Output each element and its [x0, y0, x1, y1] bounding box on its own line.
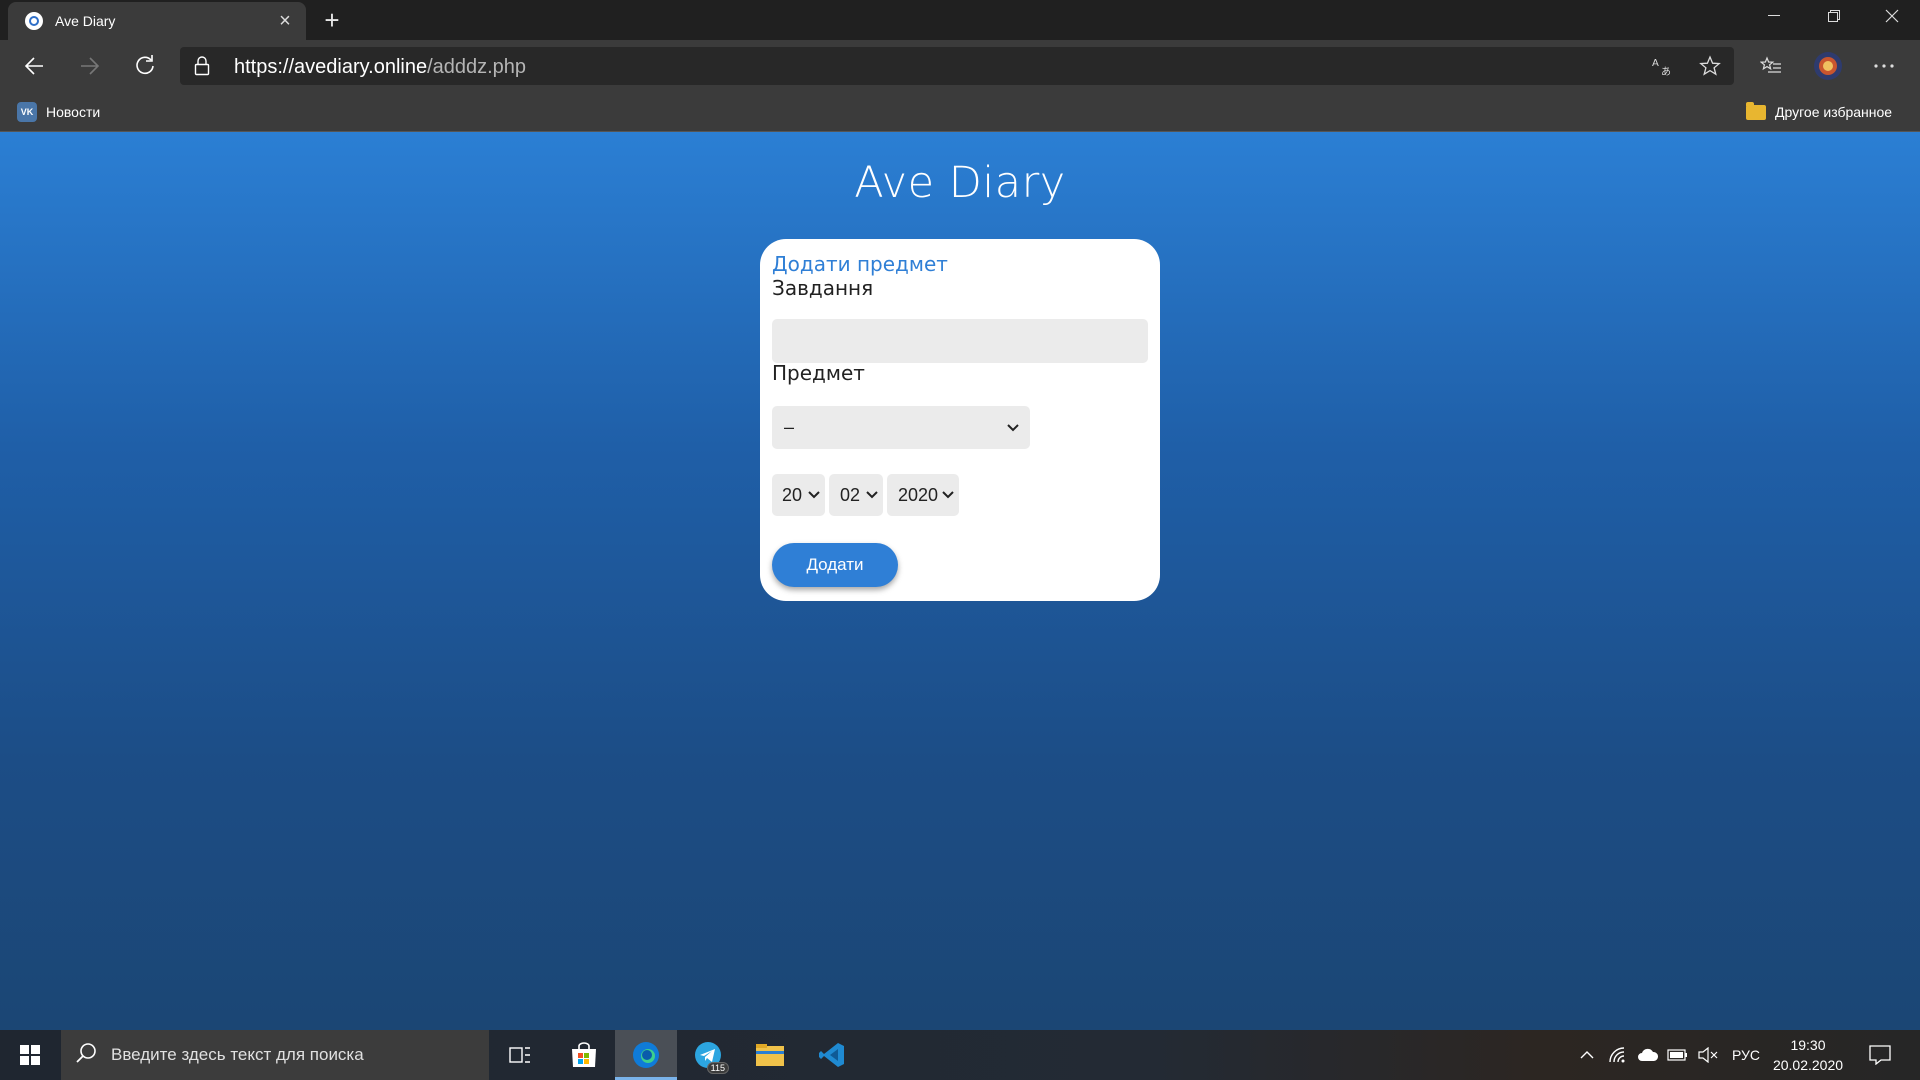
browser-tab[interactable]: Ave Diary ×	[8, 2, 306, 40]
taskbar-vscode[interactable]	[801, 1030, 863, 1080]
restore-icon	[1828, 10, 1840, 22]
favorite-label: Новости	[46, 104, 101, 120]
language-indicator[interactable]: РУС	[1726, 1030, 1766, 1080]
clock-time: 19:30	[1790, 1037, 1826, 1053]
microsoft-store-icon	[572, 1042, 596, 1067]
chevron-down-icon	[1002, 423, 1024, 432]
search-icon	[75, 1042, 97, 1069]
refresh-button[interactable]	[127, 48, 163, 84]
url-host: https://avediary.online	[234, 56, 428, 78]
year-select[interactable]: 2020	[887, 474, 959, 516]
favorites-button[interactable]	[1753, 48, 1789, 84]
browser-navbar: https://avediary.online/adddz.php Aあ	[0, 40, 1920, 92]
url-text[interactable]: https://avediary.online/adddz.php	[234, 56, 526, 79]
taskbar-edge[interactable]	[615, 1030, 677, 1080]
taskbar-store[interactable]	[553, 1030, 615, 1080]
arrow-right-icon	[81, 57, 100, 75]
tab-title: Ave Diary	[55, 13, 116, 29]
minimize-button[interactable]	[1746, 0, 1802, 32]
task-input[interactable]	[772, 319, 1148, 363]
new-tab-button[interactable]: +	[316, 4, 348, 36]
tab-close-icon[interactable]: ×	[270, 10, 300, 33]
favorites-bar: VK Новости Другое избранное	[0, 92, 1920, 132]
favorites-list-icon	[1760, 56, 1781, 73]
favorite-label: Другое избранное	[1775, 104, 1893, 120]
favorite-item-news[interactable]: VK Новости	[17, 100, 100, 124]
close-window-button[interactable]	[1864, 0, 1920, 32]
page-content: Ave Diary Додати предмет Завдання Предме…	[0, 132, 1920, 1030]
month-select[interactable]: 02	[829, 474, 883, 516]
browser-titlebar: Ave Diary × +	[0, 0, 1920, 40]
taskbar-search[interactable]: Введите здесь текст для поиска	[61, 1030, 489, 1080]
minimize-icon	[1768, 15, 1780, 16]
edge-browser-icon	[633, 1042, 659, 1068]
add-button[interactable]: Додати	[772, 543, 898, 587]
day-select-value: 20	[782, 484, 803, 505]
settings-menu-button[interactable]	[1866, 48, 1902, 84]
arrow-left-icon	[24, 57, 43, 75]
year-select-value: 2020	[898, 484, 939, 505]
add-task-form: Додати предмет Завдання Предмет – 20 02 …	[760, 239, 1160, 601]
search-placeholder: Введите здесь текст для поиска	[111, 1045, 364, 1064]
restore-button[interactable]	[1806, 0, 1862, 32]
add-subject-link[interactable]: Додати предмет	[772, 252, 948, 276]
task-view-button[interactable]	[489, 1030, 551, 1080]
favorite-item-other[interactable]: Другое избранное	[1746, 100, 1892, 124]
subject-select-value: –	[784, 417, 795, 437]
taskbar-telegram[interactable]: 115	[677, 1030, 739, 1080]
task-view-icon	[509, 1047, 530, 1063]
telegram-badge: 115	[706, 1062, 729, 1074]
url-path: /adddz.php	[427, 56, 527, 78]
chevron-down-icon	[807, 491, 821, 499]
month-select-value: 02	[840, 484, 861, 505]
lock-icon[interactable]	[194, 56, 210, 81]
address-bar[interactable]: https://avediary.online/adddz.php Aあ	[180, 47, 1734, 85]
file-explorer-icon	[756, 1044, 784, 1066]
svg-text:あ: あ	[1661, 66, 1671, 76]
show-hidden-icons-button[interactable]	[1572, 1030, 1602, 1080]
site-title: Ave Diary	[854, 158, 1066, 208]
network-icon[interactable]	[1604, 1030, 1632, 1080]
day-select[interactable]: 20	[772, 474, 825, 516]
task-label: Завдання	[772, 276, 874, 300]
profile-avatar[interactable]	[1810, 48, 1846, 84]
subject-select[interactable]: –	[772, 406, 1030, 449]
action-center-button[interactable]	[1860, 1030, 1900, 1080]
onedrive-icon[interactable]	[1634, 1030, 1662, 1080]
refresh-icon	[136, 55, 154, 75]
avatar-icon	[1814, 52, 1842, 80]
chevron-down-icon	[941, 491, 955, 499]
svg-text:A: A	[1652, 58, 1659, 69]
volume-muted-icon[interactable]	[1694, 1030, 1722, 1080]
windows-logo-icon	[20, 1045, 40, 1065]
battery-icon[interactable]	[1664, 1030, 1692, 1080]
clock[interactable]: 19:30 20.02.2020	[1768, 1030, 1848, 1080]
site-favicon-icon	[25, 12, 43, 30]
notification-icon	[1869, 1045, 1891, 1065]
chevron-up-icon	[1580, 1051, 1594, 1059]
vk-icon: VK	[17, 102, 37, 122]
back-button[interactable]	[16, 48, 52, 84]
more-dots-icon	[1874, 64, 1894, 68]
close-icon	[1885, 9, 1899, 23]
start-button[interactable]	[0, 1030, 60, 1080]
subject-label: Предмет	[772, 361, 865, 385]
translate-icon[interactable]: Aあ	[1650, 54, 1674, 78]
taskbar-explorer[interactable]	[739, 1030, 801, 1080]
folder-icon	[1746, 101, 1766, 120]
vscode-icon	[819, 1043, 844, 1067]
chevron-down-icon	[865, 491, 879, 499]
clock-date: 20.02.2020	[1772, 1057, 1844, 1073]
forward-button[interactable]	[72, 48, 108, 84]
favorite-star-icon[interactable]	[1698, 54, 1722, 78]
windows-taskbar: Введите здесь текст для поиска 115 РУС 1…	[0, 1030, 1920, 1080]
